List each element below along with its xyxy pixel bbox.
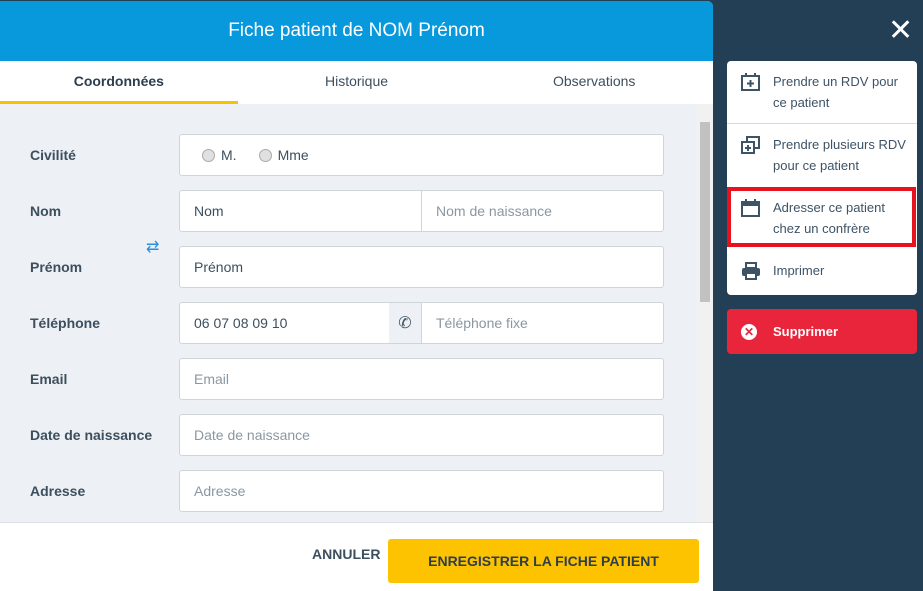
patient-modal: Fiche patient de NOM Prénom Coordonnées … [0,1,713,591]
prenom-field [179,246,664,288]
naissance-label: Date de naissance [30,427,153,443]
delete-label: Supprimer [773,324,839,339]
calendar-multiple-icon [741,134,761,176]
modal-title: Fiche patient de NOM Prénom [0,1,713,61]
email-input[interactable] [180,359,663,399]
telephone-fixe-input[interactable] [421,303,663,343]
highlight-box [727,187,916,247]
menu-label: Prendre un RDV pour [773,74,899,89]
telephone-field: ✆ [179,302,664,344]
radio-m-label: M. [221,147,237,163]
tab-bar: Coordonnées Historique Observations [0,61,713,104]
radio-m[interactable]: M. [202,147,237,163]
naissance-field [179,414,664,456]
naissance-input[interactable] [180,415,663,455]
menu-label: Imprimer [773,263,825,278]
printer-icon [741,260,761,286]
telephone-label: Téléphone [30,315,101,331]
save-button[interactable]: ENREGISTRER LA FICHE PATIENT [388,539,699,583]
tab-coordonnees[interactable]: Coordonnées [0,61,238,104]
email-label: Email [30,371,68,387]
close-circle-icon: ✕ [741,323,757,340]
menu-label: pour ce patient [773,158,860,173]
adresse-input[interactable] [180,471,663,511]
adresse-label: Adresse [30,483,86,499]
tab-historique[interactable]: Historique [238,61,476,104]
menu-label: Prendre plusieurs RDV [773,137,906,152]
nom-naissance-input[interactable] [421,191,663,231]
nom-label: Nom [30,203,62,219]
prenom-label: Prénom [30,259,83,275]
telephone-input[interactable] [180,303,389,343]
civilite-field: M. Mme [179,134,664,176]
scrollbar-thumb[interactable] [700,122,710,302]
email-field [179,358,664,400]
patient-form: Civilité M. Mme Nom ⇄ Prénom Téléphone ✆… [0,104,697,522]
adresse-field [179,470,664,512]
civilite-label: Civilité [30,147,76,163]
side-menu: Prendre un RDV pour ce patient Prendre pl… [727,61,917,295]
scrollbar[interactable] [697,104,713,522]
menu-label: ce patient [773,95,830,110]
radio-mme-label: Mme [277,147,309,163]
nom-field [179,190,664,232]
menu-item-prendre-rdv[interactable]: Prendre un RDV pour ce patient [727,71,917,113]
tab-observations[interactable]: Observations [475,61,713,104]
radio-mme[interactable]: Mme [258,147,309,163]
nom-input[interactable] [180,191,421,231]
prenom-input[interactable] [180,247,663,287]
cancel-button[interactable]: ANNULER [312,546,380,562]
menu-item-prendre-plusieurs-rdv[interactable]: Prendre plusieurs RDV pour ce patient [727,134,917,176]
phone-icon[interactable]: ✆ [389,303,421,343]
calendar-plus-icon [741,71,761,113]
close-icon[interactable]: ✕ [888,16,913,46]
modal-footer: ANNULER ENREGISTRER LA FICHE PATIENT [0,522,713,591]
menu-item-imprimer[interactable]: Imprimer [727,260,917,286]
delete-button[interactable]: ✕ Supprimer [727,309,917,354]
